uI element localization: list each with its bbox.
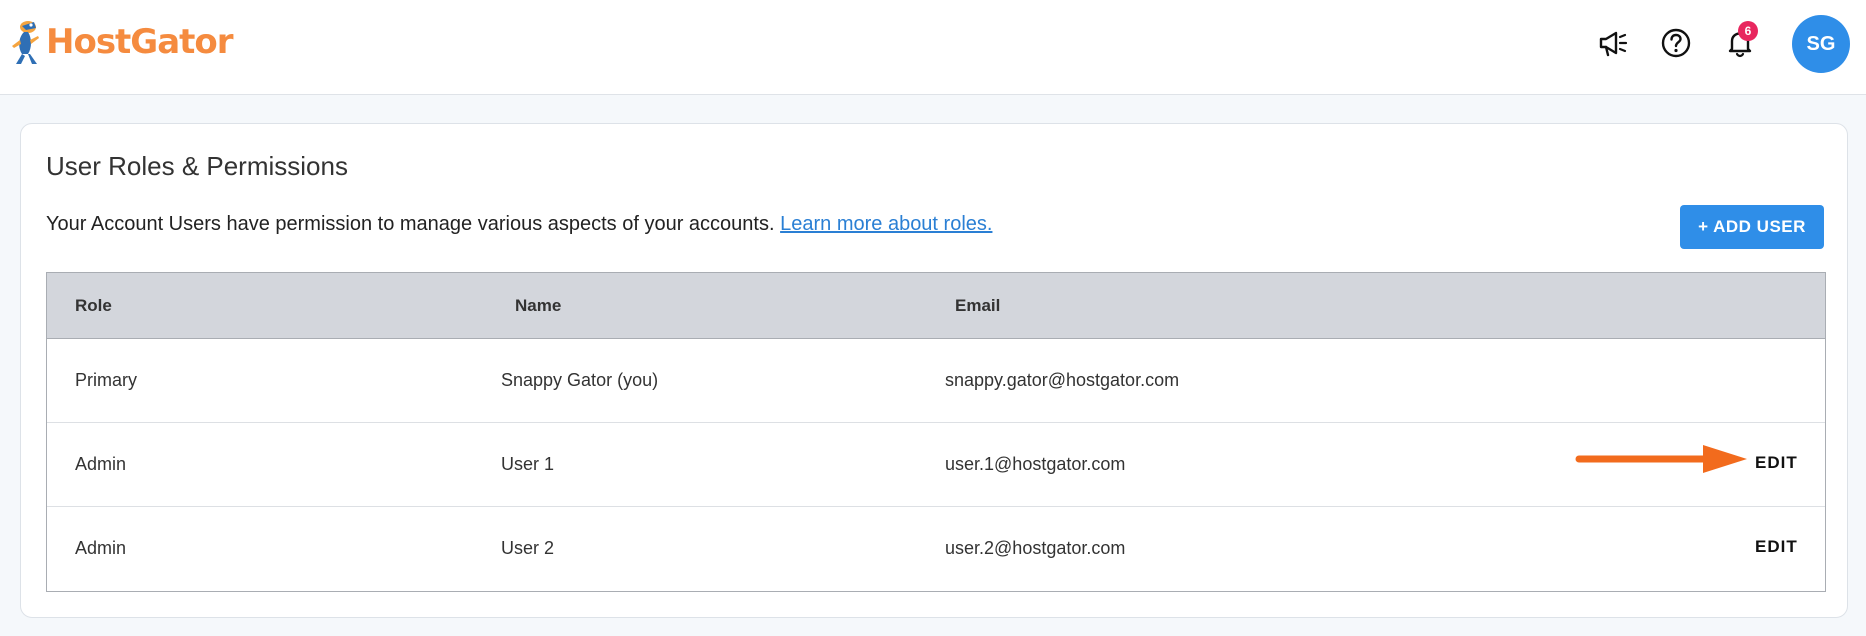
- add-user-button[interactable]: + ADD USER: [1680, 205, 1824, 249]
- edit-user-2-button[interactable]: EDIT: [1755, 537, 1798, 557]
- user-roles-card: User Roles & Permissions Your Account Us…: [20, 123, 1848, 618]
- table-row: Primary Snappy Gator (you) snappy.gator@…: [47, 339, 1825, 423]
- column-header-email: Email: [955, 296, 1001, 315]
- announcements-button[interactable]: [1593, 23, 1633, 63]
- column-header-name: Name: [515, 296, 562, 315]
- column-header-role: Role: [75, 296, 112, 315]
- table-header: Role Name Email: [47, 273, 1825, 339]
- megaphone-icon: [1599, 31, 1628, 57]
- roles-description: Your Account Users have permission to ma…: [46, 213, 992, 236]
- role-cell: Admin: [75, 538, 127, 558]
- page-title: User Roles & Permissions: [46, 151, 348, 181]
- top-header: HostGator 6 SG: [0, 0, 1866, 95]
- pointer-arrow-icon: [1575, 445, 1747, 473]
- table-row: Admin User 2 user.2@hostgator.com EDIT: [47, 507, 1825, 591]
- description-text: Your Account Users have permission to ma…: [46, 213, 775, 235]
- email-cell: snappy.gator@hostgator.com: [945, 370, 1180, 390]
- email-cell: user.2@hostgator.com: [945, 538, 1126, 558]
- role-cell: Admin: [75, 454, 127, 474]
- help-icon: [1661, 28, 1691, 58]
- users-table: Role Name Email Primary Snappy Gator (yo…: [46, 272, 1826, 592]
- notifications-button[interactable]: 6: [1720, 21, 1760, 63]
- hostgator-logo[interactable]: HostGator: [8, 18, 234, 66]
- edit-user-1-button[interactable]: EDIT: [1755, 453, 1798, 473]
- role-cell: Primary: [75, 370, 137, 390]
- help-button[interactable]: [1656, 23, 1696, 63]
- name-cell: Snappy Gator (you): [501, 370, 659, 390]
- email-cell: user.1@hostgator.com: [945, 454, 1126, 474]
- name-cell: User 1: [501, 454, 555, 474]
- learn-more-roles-link[interactable]: Learn more about roles.: [780, 213, 992, 235]
- brand-name: HostGator: [46, 22, 234, 62]
- gator-mascot-icon: [12, 21, 39, 64]
- table-row: Admin User 1 user.1@hostgator.com EDIT: [47, 423, 1825, 507]
- notification-count-badge: 6: [1738, 21, 1758, 41]
- name-cell: User 2: [501, 538, 555, 558]
- user-avatar[interactable]: SG: [1792, 15, 1850, 73]
